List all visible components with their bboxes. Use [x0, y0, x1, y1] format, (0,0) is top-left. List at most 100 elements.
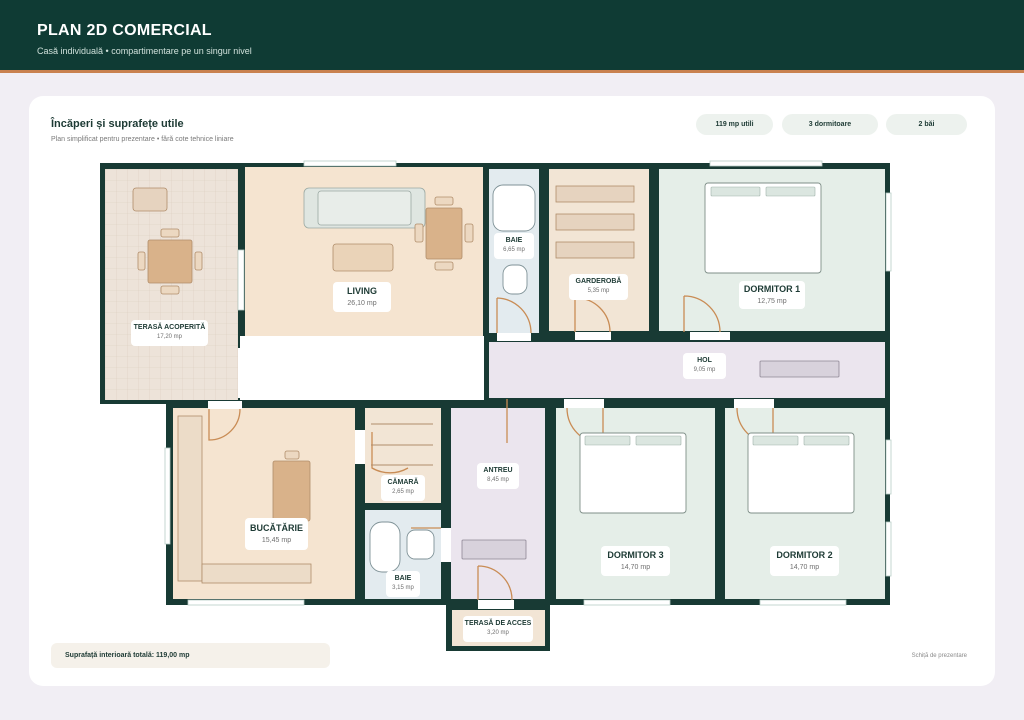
room-area: 3,15 mp	[392, 585, 414, 592]
room-area: 12,75 mp	[757, 297, 787, 305]
room-area: 2,65 mp	[392, 489, 414, 496]
room-label-kitchen: BUCĂTĂRIE 15,45 mp	[245, 518, 308, 550]
open-courtyard	[240, 336, 484, 400]
room-label-living: LIVING 26,10 mp	[333, 282, 391, 312]
entry-hall-floor	[451, 408, 545, 599]
window	[759, 599, 847, 606]
room-label-bedroom-2: DORMITOR 2 14,70 mp	[770, 546, 839, 576]
room-area: 14,70 mp	[620, 563, 651, 571]
wardrobe-shelves	[555, 185, 635, 259]
counter-icon	[201, 563, 312, 584]
room-label-hall: HOL 9,05 mp	[683, 353, 726, 379]
room-area: 6,65 mp	[503, 247, 525, 254]
shoe-cabinet-icon	[461, 539, 527, 560]
chair-icon	[160, 285, 180, 295]
covered-terrace-floor	[105, 169, 238, 400]
sofa-cushion	[317, 190, 412, 226]
window	[885, 192, 892, 272]
room-name: BUCĂTĂRIE	[250, 523, 303, 534]
room-name: GARDEROBĂ	[575, 277, 622, 285]
counter-icon	[177, 415, 203, 582]
window	[709, 160, 823, 167]
door-opening	[208, 401, 242, 409]
window	[303, 160, 397, 167]
room-area: 15,45 mp	[261, 536, 292, 544]
room-label-covered-terrace: TERASĂ ACOPERITĂ 17,20 mp	[131, 320, 208, 346]
bench-icon	[132, 187, 168, 212]
chair-icon	[414, 223, 424, 243]
bed-icon	[704, 182, 822, 274]
room-name: ANTREU	[483, 466, 513, 474]
door-opening	[564, 399, 604, 408]
chair-icon	[434, 196, 454, 206]
room-label-bathroom-2: BAIE 3,15 mp	[386, 571, 420, 597]
room-area: 3,20 mp	[487, 630, 509, 637]
dining-table-icon	[425, 207, 463, 260]
bedroom-3-bed	[579, 432, 687, 514]
stool-icon	[284, 450, 300, 460]
chair-icon	[434, 261, 454, 271]
room-area: 9,05 mp	[693, 367, 716, 374]
shelf-icon	[555, 185, 635, 203]
door-opening	[355, 430, 365, 464]
window	[885, 521, 892, 577]
room-label-bathroom-1: BAIE 6,65 mp	[494, 233, 534, 259]
presentation-note: Schiță de prezentare	[911, 653, 967, 659]
room-name: DORMITOR 3	[607, 550, 664, 561]
floor-plan	[100, 160, 892, 651]
door-opening	[690, 332, 730, 340]
chair-icon	[137, 251, 146, 271]
pillow-icon	[584, 435, 631, 446]
coffee-table-icon	[332, 243, 394, 272]
room-name: TERASĂ ACOPERITĂ	[133, 323, 206, 331]
pillow-icon	[635, 435, 682, 446]
chair-icon	[160, 228, 180, 238]
sink-icon	[406, 529, 435, 560]
table-icon	[147, 239, 193, 284]
window	[583, 599, 671, 606]
room-name: CĂMARĂ	[387, 478, 419, 486]
pillow-icon	[710, 186, 761, 197]
room-label-pantry: CĂMARĂ 2,65 mp	[381, 475, 425, 501]
chair-icon	[464, 223, 474, 243]
room-area: 14,70 mp	[789, 563, 820, 571]
room-label-bedroom-3: DORMITOR 3 14,70 mp	[601, 546, 670, 576]
pillow-icon	[765, 186, 816, 197]
door-opening	[497, 333, 531, 341]
room-name: HOL	[697, 356, 712, 364]
door-opening	[734, 399, 774, 408]
room-name: BAIE	[505, 236, 523, 244]
shower-icon	[492, 184, 536, 232]
door-opening	[575, 332, 611, 340]
toilet-icon	[502, 264, 528, 295]
hall-console-icon	[759, 360, 840, 378]
bedroom-1-bed	[704, 182, 822, 274]
window	[164, 447, 171, 545]
window	[885, 439, 892, 495]
room-name: DORMITOR 2	[776, 550, 833, 561]
total-area-summary: Suprafață interioară totală: 119,00 mp	[51, 643, 330, 668]
room-label-bedroom-1: DORMITOR 1 12,75 mp	[739, 281, 805, 309]
window	[187, 599, 305, 606]
pillow-icon	[752, 435, 799, 446]
window	[237, 249, 245, 311]
room-area: 8,45 mp	[487, 477, 509, 484]
room-label-entry-hall: ANTREU 8,45 mp	[477, 463, 519, 489]
door-opening	[441, 528, 451, 562]
kitchen-island-icon	[272, 460, 311, 522]
shelf-icon	[555, 241, 635, 259]
room-name: BAIE	[394, 574, 412, 582]
room-name: LIVING	[346, 286, 377, 297]
room-label-entrance-terrace: TERASĂ DE ACCES 3,20 mp	[463, 616, 533, 642]
chair-icon	[194, 251, 203, 271]
room-area: 26,10 mp	[347, 299, 377, 307]
bathtub-icon	[369, 521, 401, 573]
room-name: TERASĂ DE ACCES	[464, 619, 532, 627]
pillow-icon	[803, 435, 850, 446]
room-area: 17,20 mp	[156, 334, 183, 341]
room-area: 5,35 mp	[587, 288, 610, 295]
door-opening	[238, 348, 244, 398]
room-name: DORMITOR 1	[743, 284, 801, 295]
bedroom-2-bed	[747, 432, 855, 514]
door-opening	[478, 600, 514, 609]
